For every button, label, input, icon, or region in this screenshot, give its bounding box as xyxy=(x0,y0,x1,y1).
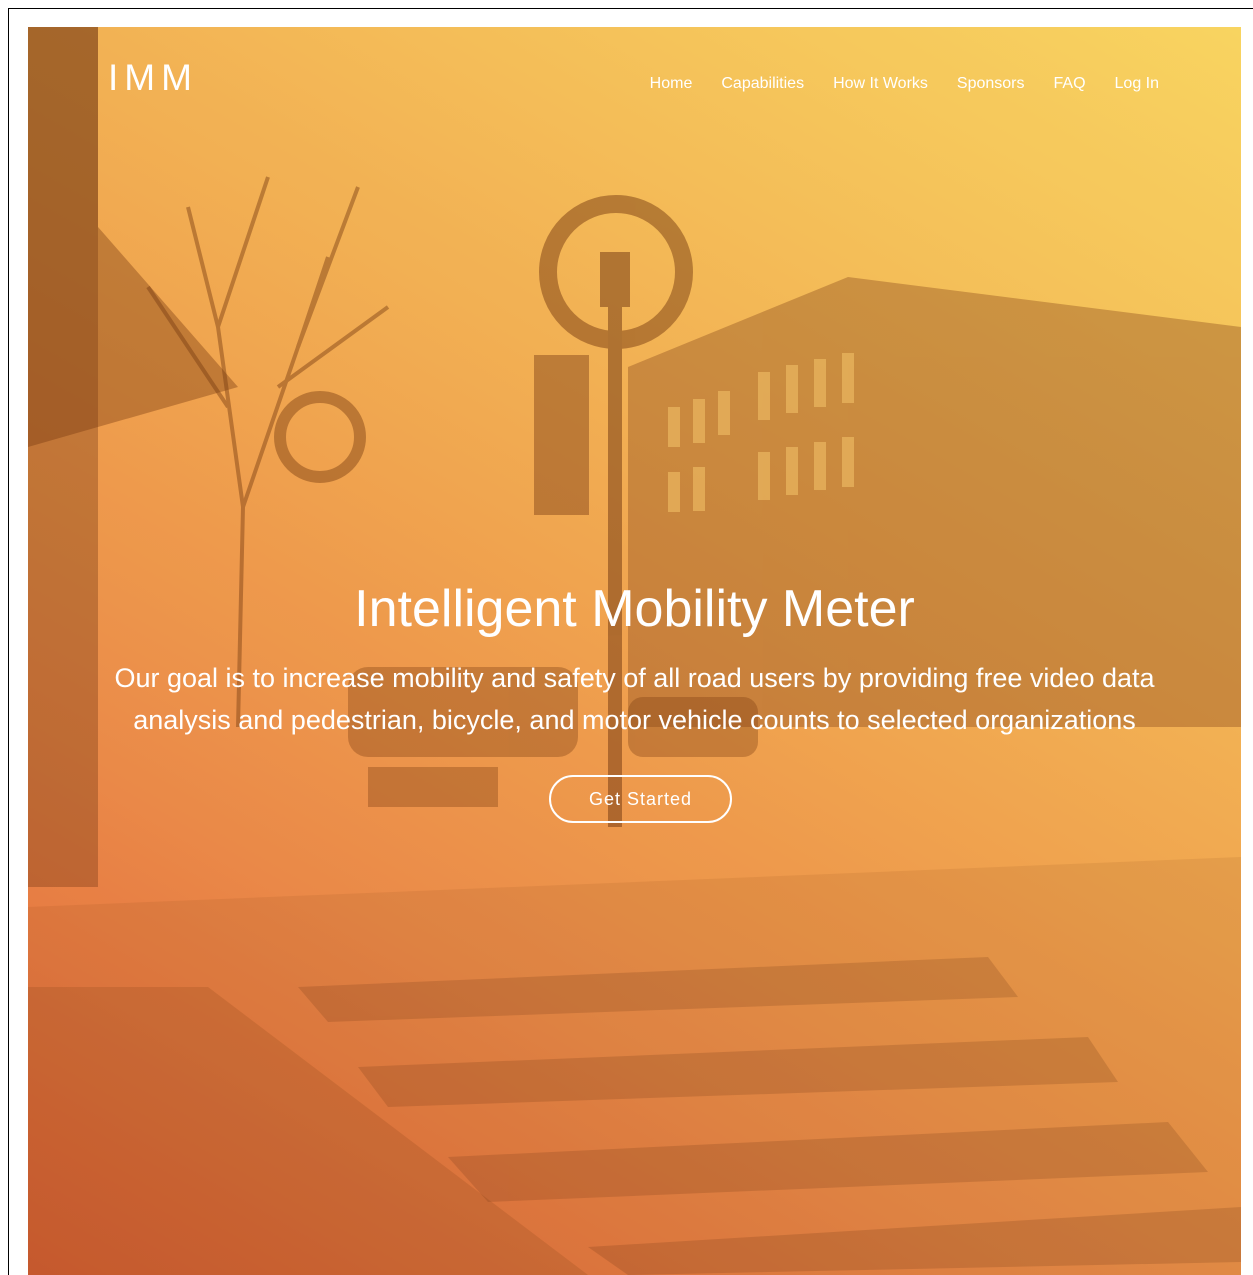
nav-how-it-works[interactable]: How It Works xyxy=(833,75,928,93)
get-started-button[interactable]: Get Started xyxy=(549,775,732,823)
nav-home[interactable]: Home xyxy=(650,75,693,93)
street-scene-photo xyxy=(28,27,1241,1275)
nav-log-in[interactable]: Log In xyxy=(1115,75,1159,93)
nav-faq[interactable]: FAQ xyxy=(1054,75,1086,93)
nav-sponsors[interactable]: Sponsors xyxy=(957,75,1025,93)
hero-title: Intelligent Mobility Meter xyxy=(354,580,915,638)
main-nav: Home Capabilities How It Works Sponsors … xyxy=(650,75,1159,93)
nav-capabilities[interactable]: Capabilities xyxy=(721,75,804,93)
page-frame: IMM Home Capabilities How It Works Spons… xyxy=(8,8,1253,1275)
hero-subtitle: Our goal is to increase mobility and saf… xyxy=(114,663,1155,735)
hero-section: IMM Home Capabilities How It Works Spons… xyxy=(28,27,1241,1275)
brand-logo[interactable]: IMM xyxy=(108,57,198,99)
